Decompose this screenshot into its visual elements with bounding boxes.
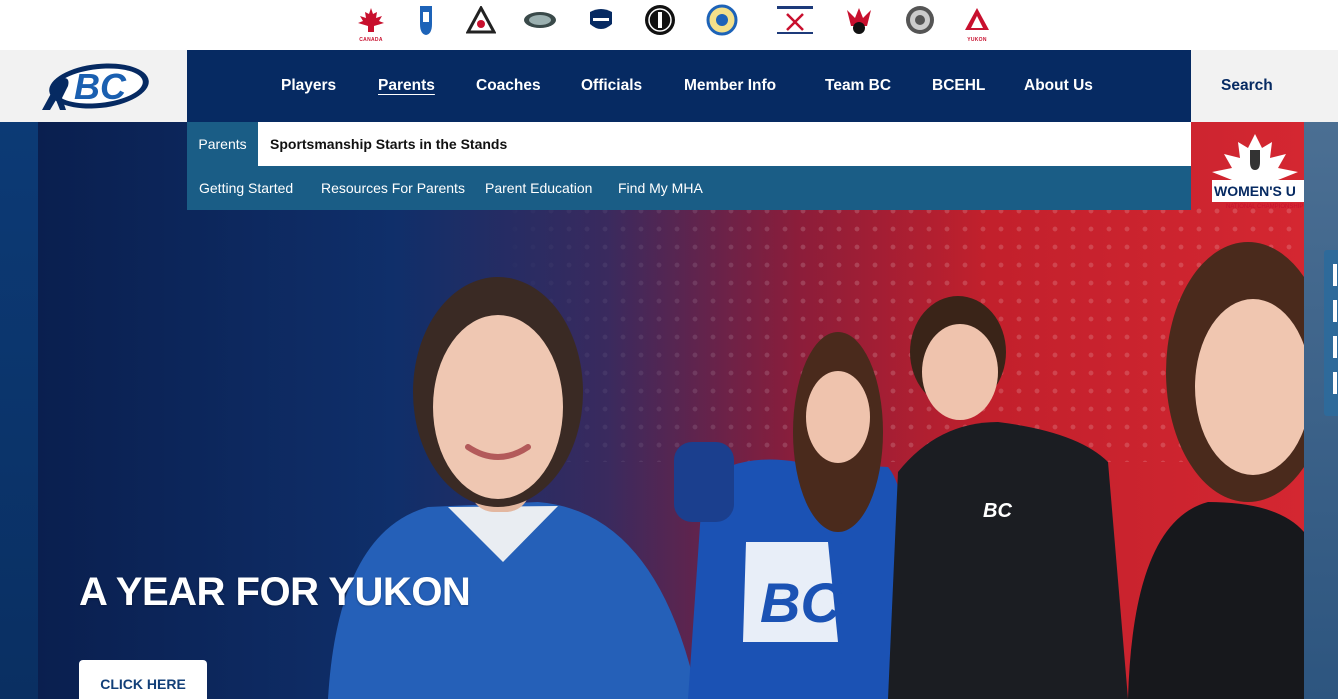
parents-dropdown: Parents Sportsmanship Starts in the Stan…	[187, 122, 1191, 210]
search-button[interactable]: Search	[1221, 50, 1273, 122]
side-tab[interactable]	[1324, 250, 1338, 416]
subnav-find-my-mha[interactable]: Find My MHA	[618, 166, 703, 210]
nav-coaches[interactable]: Coaches	[476, 50, 541, 122]
hero-title: A YEAR FOR YUKON	[79, 570, 471, 614]
hockey-canada-caption: CANADA	[359, 37, 383, 43]
iihf-logo[interactable]	[407, 3, 445, 37]
bc-hockey-logo[interactable]: BC	[0, 50, 187, 122]
site-header: BC Players Parents Coaches Officials Mem…	[0, 50, 1338, 122]
subnav-feature-row: Parents Sportsmanship Starts in the Stan…	[187, 122, 1191, 166]
nav-parents[interactable]: Parents	[378, 50, 435, 122]
jester-logo[interactable]	[840, 3, 878, 37]
subnav-links-row: Getting Started Resources For Parents Pa…	[187, 166, 1191, 210]
nav-officials[interactable]: Officials	[581, 50, 642, 122]
hockey-canada-logo[interactable]: CANADA	[352, 3, 390, 43]
subnav-resources-for-parents[interactable]: Resources For Parents	[321, 166, 465, 210]
badge-subtitle: NATIONAL CHAMPIONSHIP	[1226, 204, 1303, 210]
a-triangle-logo[interactable]	[462, 3, 500, 37]
nav-bcehl[interactable]: BCEHL	[932, 50, 985, 122]
search-area: Search	[1191, 50, 1338, 122]
oval-logo[interactable]	[521, 3, 559, 37]
jersey-logo: BC	[760, 571, 842, 634]
badge-title: WOMEN'S U	[1214, 183, 1296, 199]
player-two: BC	[674, 332, 911, 699]
logo-text: BC	[74, 66, 127, 107]
nav-players[interactable]: Players	[281, 50, 336, 122]
hockey-yukon-logo[interactable]: YUKON	[958, 3, 996, 43]
subnav-getting-started[interactable]: Getting Started	[199, 166, 293, 210]
nav-team-bc[interactable]: Team BC	[825, 50, 891, 122]
subnav-parent-education[interactable]: Parent Education	[485, 166, 592, 210]
player-one	[328, 277, 698, 699]
grey-round-logo[interactable]	[901, 3, 939, 37]
subnav-parents-tab[interactable]: Parents	[187, 122, 258, 166]
player-three: BC	[888, 296, 1128, 699]
partner-logo-strip: CANADA YUKON	[0, 0, 1338, 50]
north-west-logo[interactable]	[582, 3, 620, 37]
jacket-logo: BC	[983, 500, 1012, 522]
click-here-button[interactable]: CLICK HERE	[79, 660, 207, 699]
main-navigation: Players Parents Coaches Officials Member…	[187, 50, 1191, 122]
nav-member-info[interactable]: Member Info	[684, 50, 776, 122]
hero-left-edge	[0, 122, 38, 699]
hockey-yukon-caption: YUKON	[967, 37, 987, 43]
peace-north-district-logo[interactable]	[773, 3, 817, 37]
round-seal-logo[interactable]	[703, 3, 741, 37]
player-four	[1128, 242, 1304, 699]
round-black-logo[interactable]	[641, 3, 679, 37]
nav-about-us[interactable]: About Us	[1024, 50, 1093, 122]
sportsmanship-link[interactable]: Sportsmanship Starts in the Stands	[270, 122, 507, 166]
womens-championship-badge[interactable]: WOMEN'S U NATIONAL CHAMPIONSHIP	[1206, 132, 1304, 216]
